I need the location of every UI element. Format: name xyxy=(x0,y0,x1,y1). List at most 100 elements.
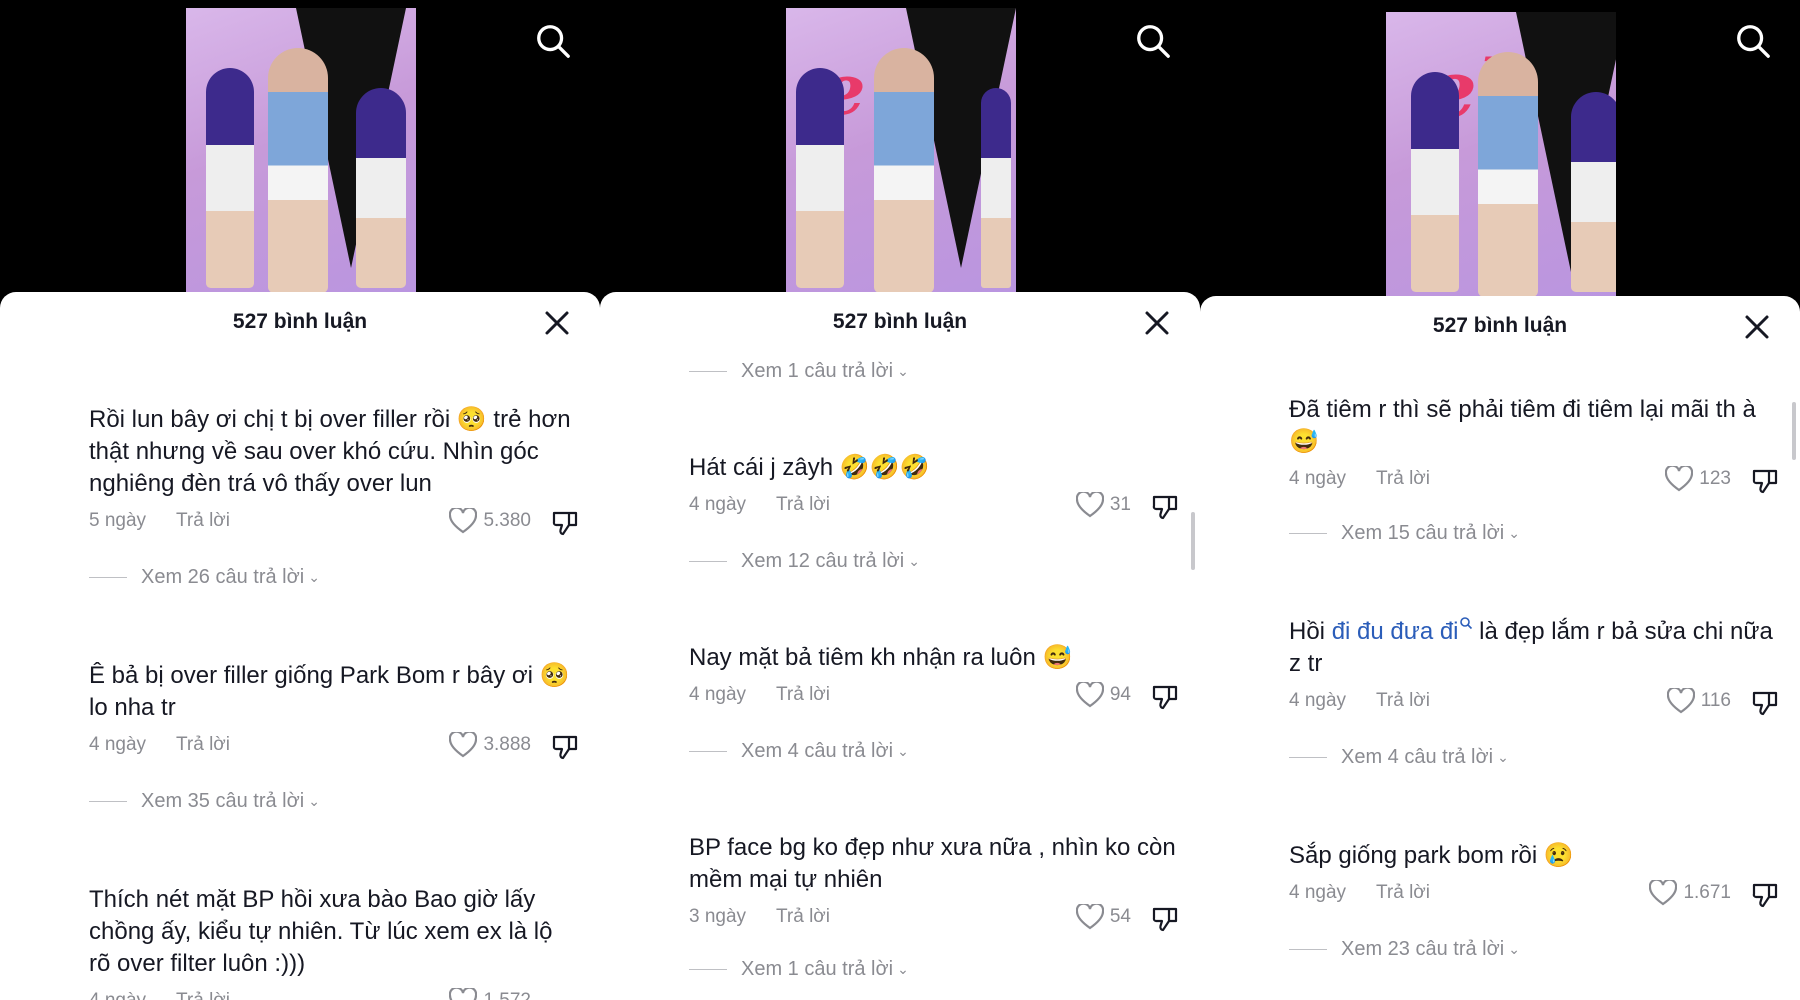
thumbs-down-icon[interactable] xyxy=(551,732,579,760)
search-suggestion-link[interactable]: đi đu đưa đi xyxy=(1332,618,1459,645)
comments-sheet: 527 bình luận Rồi lun bây ơi chị t bị ov… xyxy=(0,292,600,1000)
scrollbar[interactable] xyxy=(1792,402,1796,460)
like-count: 116 xyxy=(1700,690,1731,711)
view-replies-button[interactable]: Xem 23 câu trả lời ⌄ xyxy=(1289,938,1520,961)
view-replies-label: Xem 4 câu trả lời xyxy=(1341,746,1494,768)
comment-date: 4 ngày xyxy=(689,494,747,515)
scrollbar[interactable] xyxy=(1191,512,1195,570)
reply-button[interactable]: Trả lời xyxy=(1376,882,1430,904)
chevron-down-icon: ⌄ xyxy=(897,961,909,977)
like-button[interactable]: 3.888 xyxy=(449,732,531,758)
view-replies-label: Xem 1 câu trả lời xyxy=(741,360,894,382)
like-count: 123 xyxy=(1699,468,1731,489)
comment-text: Hồi đi đu đưa đi là đẹp lắm r bả sửa chi… xyxy=(1289,616,1779,680)
like-button[interactable]: 94 xyxy=(1075,682,1131,708)
thumbs-down-icon[interactable] xyxy=(1751,466,1779,494)
search-icon xyxy=(1459,617,1472,630)
view-replies-button[interactable]: Xem 1 câu trả lời ⌄ xyxy=(689,360,909,383)
comment-date: 3 ngày xyxy=(689,906,747,927)
comment-item: Đã tiêm r thì sẽ phải tiêm đi tiêm lại m… xyxy=(1289,394,1779,496)
comment-date: 4 ngày xyxy=(689,684,747,705)
like-count: 94 xyxy=(1109,684,1131,705)
like-button[interactable]: 31 xyxy=(1075,492,1131,518)
comment-text: Thích nét mặt BP hồi xưa bào Bao giờ lấy… xyxy=(89,886,553,977)
heart-outline-icon xyxy=(1666,688,1695,714)
close-icon[interactable] xyxy=(1742,312,1772,342)
comments-count-title: 527 bình luận xyxy=(1432,314,1568,337)
thumbs-down-icon[interactable] xyxy=(1751,688,1779,716)
comment-text-part: Hồi xyxy=(1289,618,1332,645)
like-button[interactable]: 1.572 xyxy=(449,988,531,1000)
chevron-down-icon: ⌄ xyxy=(308,569,320,585)
comment-item: Nay mặt bả tiêm kh nhận ra luôn 😅 4 ngày… xyxy=(689,642,1179,712)
view-replies-button[interactable]: Xem 1 câu trả lời ⌄ xyxy=(689,958,909,981)
reply-button[interactable]: Trả lời xyxy=(776,684,830,706)
comment-text: Hát cái j zâyh 🤣🤣🤣 xyxy=(689,454,930,481)
view-replies-button[interactable]: Xem 12 câu trả lời ⌄ xyxy=(689,550,920,573)
heart-outline-icon xyxy=(1075,904,1104,930)
heart-outline-icon xyxy=(1649,880,1678,906)
comment-item: Rồi lun bây ơi chị t bị over filler rồi … xyxy=(89,404,579,538)
comment-date: 4 ngày xyxy=(89,734,147,755)
comment-item: Hát cái j zâyh 🤣🤣🤣 4 ngày Trả lời 31 xyxy=(689,452,1179,522)
view-replies-label: Xem 26 câu trả lời xyxy=(141,566,305,588)
comment-text: Sắp giống park bom rồi 😢 xyxy=(1289,842,1574,869)
like-button[interactable]: 1.671 xyxy=(1649,880,1731,906)
video-thumbnail[interactable] xyxy=(186,8,416,298)
thumbs-down-icon[interactable] xyxy=(1151,492,1179,520)
reply-button[interactable]: Trả lời xyxy=(1376,690,1430,712)
video-thumbnail[interactable]: e xyxy=(786,8,1016,298)
video-preview[interactable]: el xyxy=(1200,0,1800,302)
like-button[interactable]: 54 xyxy=(1075,904,1131,930)
reply-button[interactable]: Trả lời xyxy=(776,906,830,928)
view-replies-button[interactable]: Xem 15 câu trả lời ⌄ xyxy=(1289,522,1520,545)
close-icon[interactable] xyxy=(542,308,572,338)
like-button[interactable]: 5.380 xyxy=(449,508,531,534)
reply-button[interactable]: Trả lời xyxy=(776,494,830,516)
reply-button[interactable]: Trả lời xyxy=(176,990,230,1000)
comment-item: BP face bg ko đẹp như xưa nữa , nhìn ko … xyxy=(689,832,1179,934)
comment-date: 4 ngày xyxy=(89,990,146,1000)
close-icon[interactable] xyxy=(1142,308,1172,338)
search-icon[interactable] xyxy=(1734,22,1772,60)
view-replies-button[interactable]: Xem 35 câu trả lời ⌄ xyxy=(89,790,320,813)
thumbs-down-icon[interactable] xyxy=(1151,682,1179,710)
chevron-down-icon: ⌄ xyxy=(308,793,320,809)
like-count: 31 xyxy=(1109,494,1131,515)
chevron-down-icon: ⌄ xyxy=(897,363,909,379)
chevron-down-icon: ⌄ xyxy=(897,743,909,759)
view-replies-button[interactable]: Xem 4 câu trả lời ⌄ xyxy=(1289,746,1509,769)
heart-outline-icon xyxy=(1665,466,1694,492)
view-replies-label: Xem 12 câu trả lời xyxy=(741,550,905,572)
comment-text: Đã tiêm r thì sẽ phải tiêm đi tiêm lại m… xyxy=(1289,396,1756,455)
like-count: 1.671 xyxy=(1683,882,1731,903)
like-button[interactable]: 123 xyxy=(1665,466,1731,492)
search-icon[interactable] xyxy=(1134,22,1172,60)
thumbs-down-icon[interactable] xyxy=(1751,880,1779,908)
view-replies-label: Xem 35 câu trả lời xyxy=(141,790,305,812)
comments-sheet: 527 bình luận Xem 1 câu trả lời ⌄ Hát cái… xyxy=(600,292,1200,1000)
thumbs-down-icon[interactable] xyxy=(551,508,579,536)
search-icon[interactable] xyxy=(534,22,572,60)
like-button[interactable]: 116 xyxy=(1666,688,1731,714)
view-replies-button[interactable]: Xem 26 câu trả lời ⌄ xyxy=(89,566,320,589)
view-replies-button[interactable]: Xem 4 câu trả lời ⌄ xyxy=(689,740,909,763)
comment-text: Nay mặt bả tiêm kh nhận ra luôn 😅 xyxy=(689,644,1073,671)
like-count: 54 xyxy=(1109,906,1131,927)
comments-panel-2: e 527 bình luận Xem 1 câu trả lời⌄ Hát c… xyxy=(600,0,1200,1000)
reply-button[interactable]: Trả lời xyxy=(176,510,230,532)
comment-date: 4 ngày xyxy=(1289,690,1347,711)
heart-outline-icon xyxy=(449,508,478,534)
video-preview[interactable]: e xyxy=(600,0,1200,300)
reply-button[interactable]: Trả lời xyxy=(1376,468,1430,490)
chevron-down-icon: ⌄ xyxy=(1508,525,1520,541)
comment-item: Hồi đi đu đưa đi là đẹp lắm r bả sửa chi… xyxy=(1289,616,1779,718)
video-thumbnail[interactable]: el xyxy=(1386,12,1616,302)
heart-outline-icon xyxy=(1075,682,1104,708)
reply-button[interactable]: Trả lời xyxy=(176,734,230,756)
like-count: 5.380 xyxy=(483,510,531,531)
comments-count-title: 527 bình luận xyxy=(232,310,368,333)
thumbs-down-icon[interactable] xyxy=(1151,904,1179,932)
video-preview[interactable] xyxy=(0,0,600,300)
chevron-down-icon: ⌄ xyxy=(1508,941,1520,957)
